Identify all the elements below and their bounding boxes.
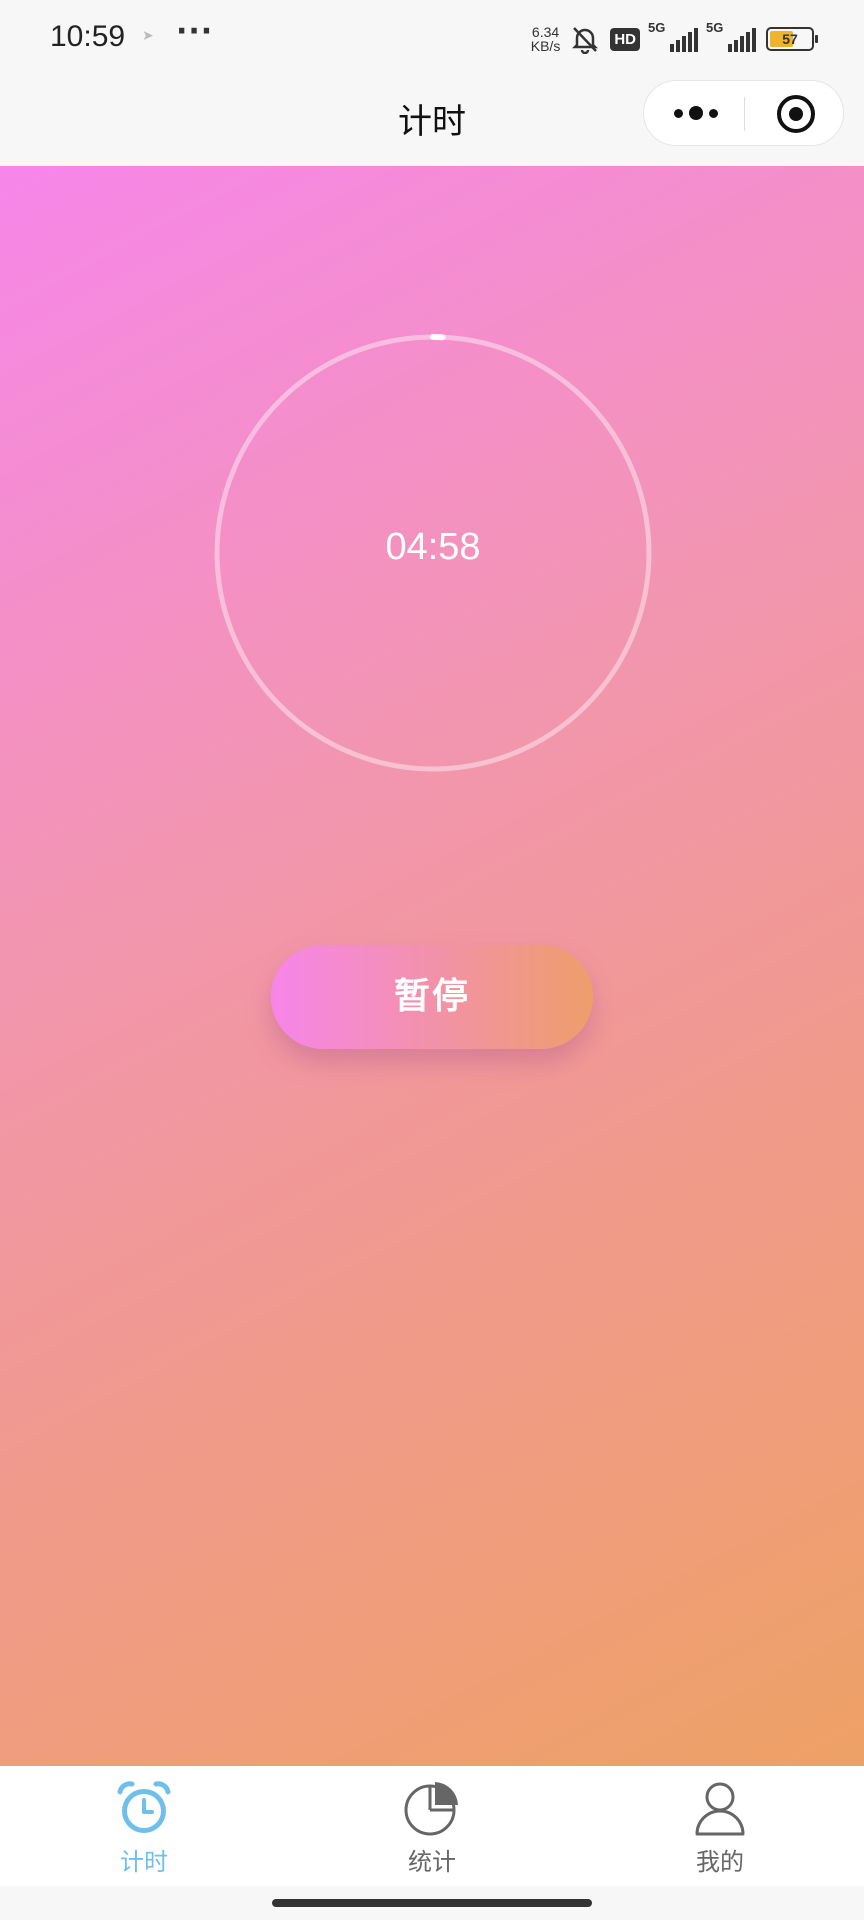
signal-icon: 5G: [706, 20, 756, 52]
status-bar: 10:59 ➤ ··· 6.34 KB/s HD 5G 5G 57: [0, 0, 864, 78]
close-target-icon[interactable]: [777, 95, 815, 133]
signal-icon: 5G: [648, 20, 698, 52]
battery-icon: 57: [766, 27, 818, 51]
battery-level: 57: [782, 31, 798, 47]
network-speed: 6.34 KB/s: [530, 24, 561, 54]
timer-display: 04:58: [385, 526, 481, 568]
pie-chart-icon: [404, 1782, 458, 1836]
timer-screen: 04:58 暂停: [0, 166, 864, 1766]
bell-muted-icon: [572, 27, 599, 54]
location-arrow-icon: ➤: [142, 28, 154, 44]
nav-bar: 计时: [0, 78, 864, 166]
capsule-divider: [744, 97, 745, 131]
tab-label: 统计: [408, 1848, 456, 1876]
user-icon: [695, 1782, 745, 1836]
tab-bar: 计时 统计 我的: [0, 1766, 864, 1886]
tab-statistics[interactable]: 统计: [288, 1766, 576, 1886]
more-menu-icon[interactable]: [674, 81, 718, 145]
tab-profile[interactable]: 我的: [576, 1766, 864, 1886]
status-icons: 6.34 KB/s HD 5G 5G 57: [530, 20, 818, 56]
tab-timer[interactable]: 计时: [0, 1766, 288, 1886]
status-time: 10:59: [50, 20, 126, 53]
status-more-icon: ···: [176, 14, 214, 49]
alarm-clock-icon: [117, 1781, 171, 1833]
pause-button[interactable]: 暂停: [271, 945, 593, 1049]
mini-program-capsule: [643, 80, 844, 146]
tab-label: 我的: [696, 1848, 744, 1876]
home-indicator: [272, 1899, 592, 1907]
hd-badge: HD: [610, 27, 640, 51]
tab-label: 计时: [120, 1848, 168, 1876]
